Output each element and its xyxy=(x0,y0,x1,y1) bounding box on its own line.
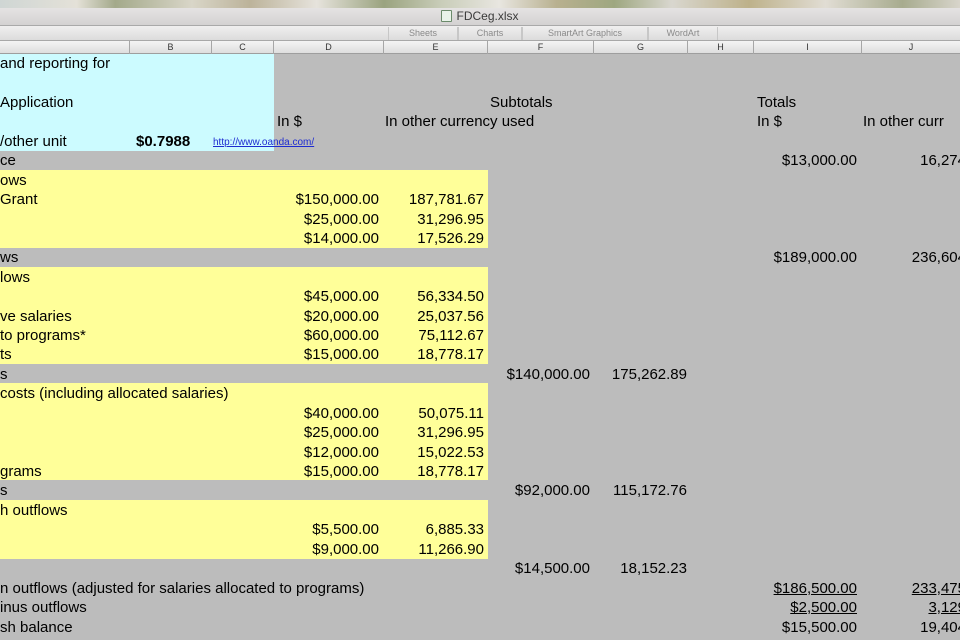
inflow-2-other: 31,296.95 xyxy=(417,211,484,228)
other-outflow-1-usd: $5,500.00 xyxy=(312,521,379,538)
inflows-minus-outflows-label: inus outflows xyxy=(0,599,87,616)
outflow-1-usd: $45,000.00 xyxy=(303,288,379,305)
subtotal-2-other: 115,172.76 xyxy=(613,482,687,499)
inflows-minus-outflows-usd: $2,500.00 xyxy=(790,599,857,616)
other-outflow-1-other: 6,885.33 xyxy=(425,521,484,538)
column-header-b[interactable]: B xyxy=(130,41,212,54)
cost-4-label: grams xyxy=(0,463,42,480)
inflow-3-usd: $14,000.00 xyxy=(303,230,379,247)
total-other-column-label: In other curr xyxy=(863,113,944,130)
column-header-i[interactable]: I xyxy=(754,41,862,54)
header-line-2: Application xyxy=(0,94,74,111)
column-header-h[interactable]: H xyxy=(688,41,754,54)
costs-heading: costs (including allocated salaries) xyxy=(0,385,229,402)
outflow-4-other: 18,778.17 xyxy=(417,346,484,363)
totals-heading: Totals xyxy=(757,94,797,111)
subtotal-usd-column-label: In $ xyxy=(277,113,303,130)
outflow-1-other: 56,334.50 xyxy=(417,288,484,305)
tab-smartart-graphics[interactable]: SmartArt Graphics xyxy=(522,27,648,40)
column-header-f[interactable]: F xyxy=(488,41,594,54)
total-outflows-other: 233,475 xyxy=(911,580,960,597)
outflow-2-usd: $20,000.00 xyxy=(303,308,379,325)
cost-4-usd: $15,000.00 xyxy=(303,463,379,480)
subtotal-2-label: s xyxy=(0,482,8,499)
ribbon-tab-bar: Sheets Charts SmartArt Graphics WordArt xyxy=(0,26,960,41)
grant-other: 187,781.67 xyxy=(408,191,484,208)
outflow-3-other: 75,112.67 xyxy=(418,327,484,344)
outflow-2-other: 25,037.56 xyxy=(417,308,484,325)
inflows-total-usd: $189,000.00 xyxy=(773,249,857,266)
column-header-row: B C D E F G H I J xyxy=(0,41,960,54)
cost-3-usd: $12,000.00 xyxy=(303,444,379,461)
desktop-background-strip xyxy=(0,0,960,8)
inflows-minus-outflows-other: 3,129 xyxy=(928,599,960,616)
subtotal-3-usd: $14,500.00 xyxy=(514,560,590,577)
inflow-2-usd: $25,000.00 xyxy=(303,211,379,228)
subtotal-1-label: s xyxy=(0,366,8,383)
window-titlebar: FDCeg.xlsx xyxy=(0,0,960,26)
exchange-rate-value: $0.7988 xyxy=(136,133,191,150)
tab-sheets[interactable]: Sheets xyxy=(388,27,458,40)
cost-1-usd: $40,000.00 xyxy=(303,405,379,422)
header-line-1: and reporting for xyxy=(0,55,111,72)
outflow-2-label: ve salaries xyxy=(0,308,72,325)
subtotal-2-usd: $92,000.00 xyxy=(514,482,590,499)
subtotals-heading: Subtotals xyxy=(490,94,553,111)
tab-charts[interactable]: Charts xyxy=(458,27,522,40)
excel-document-icon xyxy=(441,10,453,22)
total-outflows-usd: $186,500.00 xyxy=(773,580,857,597)
cost-1-other: 50,075.11 xyxy=(418,405,484,422)
grant-usd: $150,000.00 xyxy=(295,191,379,208)
outflow-4-usd: $15,000.00 xyxy=(303,346,379,363)
tab-wordart[interactable]: WordArt xyxy=(648,27,718,40)
exchange-rate-link[interactable]: http://www.oanda.com/ xyxy=(213,137,314,149)
other-outflow-2-other: 11,266.90 xyxy=(418,541,484,558)
inflows-heading: ows xyxy=(0,172,27,189)
column-header-a-partial[interactable] xyxy=(0,41,130,54)
opening-balance-other: 16,274 xyxy=(920,152,960,169)
other-outflow-2-usd: $9,000.00 xyxy=(312,541,379,558)
ending-cash-balance-usd: $15,500.00 xyxy=(781,619,857,636)
outflow-3-usd: $60,000.00 xyxy=(303,327,379,344)
other-outflows-heading: h outflows xyxy=(0,502,68,519)
total-usd-column-label: In $ xyxy=(757,113,783,130)
subtotal-1-other: 175,262.89 xyxy=(611,366,687,383)
outflow-4-label: ts xyxy=(0,346,12,363)
column-header-e[interactable]: E xyxy=(384,41,488,54)
cost-3-other: 15,022.53 xyxy=(417,444,484,461)
subtotal-other-column-label: In other currency used xyxy=(385,113,535,130)
inflows-total-label: ws xyxy=(0,249,19,266)
outflow-3-label: to programs* xyxy=(0,327,86,344)
ending-cash-balance-other: 19,404 xyxy=(920,619,960,636)
column-header-g[interactable]: G xyxy=(594,41,688,54)
window-title: FDCeg.xlsx xyxy=(0,9,960,23)
total-outflows-label: n outflows (adjusted for salaries alloca… xyxy=(0,580,365,597)
subtotal-3-other: 18,152.23 xyxy=(620,560,687,577)
column-header-d[interactable]: D xyxy=(274,41,384,54)
subtotal-1-usd: $140,000.00 xyxy=(506,366,590,383)
spreadsheet-grid[interactable]: and reporting for Application Subtotals … xyxy=(0,54,960,640)
grant-label: Grant xyxy=(0,191,38,208)
cost-2-other: 31,296.95 xyxy=(417,424,484,441)
cost-4-other: 18,778.17 xyxy=(417,463,484,480)
exchange-rate-label: /other unit xyxy=(0,133,67,150)
cost-2-usd: $25,000.00 xyxy=(303,424,379,441)
ending-cash-balance-label: sh balance xyxy=(0,619,73,636)
window-title-text: FDCeg.xlsx xyxy=(456,9,519,23)
inflow-3-other: 17,526.29 xyxy=(417,230,484,247)
column-header-c[interactable]: C xyxy=(212,41,274,54)
opening-balance-label: ce xyxy=(0,152,16,169)
column-header-j[interactable]: J xyxy=(862,41,960,54)
inflows-total-other: 236,604 xyxy=(911,249,960,266)
outflows-heading: lows xyxy=(0,269,31,286)
opening-balance-usd: $13,000.00 xyxy=(781,152,857,169)
